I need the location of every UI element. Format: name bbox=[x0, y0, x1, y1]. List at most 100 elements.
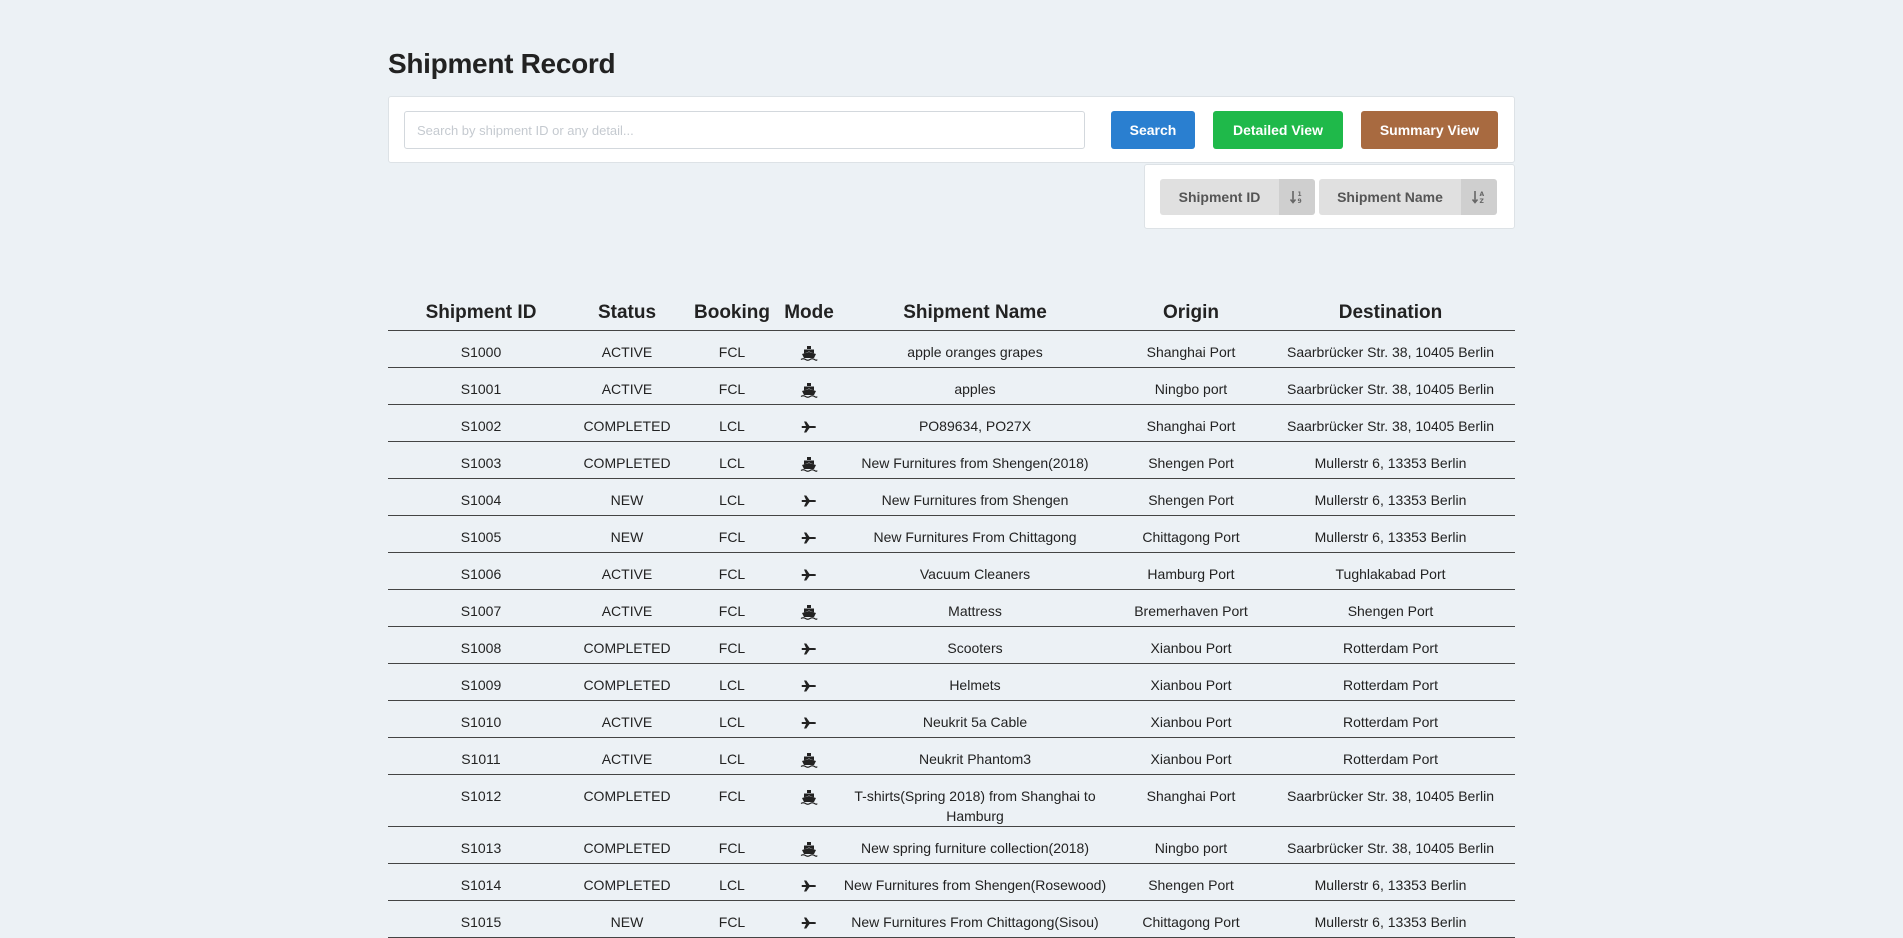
cell-booking: LCL bbox=[680, 700, 784, 738]
cell-status: ACTIVE bbox=[574, 589, 680, 627]
cell-name: New Furnitures from Shengen(2018) bbox=[834, 441, 1116, 479]
table-row[interactable]: S1001 ACTIVE FCL apples Ningbo port Saarbrück… bbox=[388, 367, 1515, 405]
cell-destination: Mullerstr 6, 13353 Berlin bbox=[1266, 863, 1515, 901]
table-row[interactable]: S1007 ACTIVE FCL Mattress Bremerhaven Port Sh… bbox=[388, 589, 1515, 627]
shipments-table-body: S1000 ACTIVE FCL apple oranges grapes Shangh… bbox=[388, 330, 1515, 938]
cell-booking: FCL bbox=[680, 367, 784, 405]
cell-id: S1009 bbox=[388, 663, 574, 701]
table-row[interactable]: S1005 NEW FCL New Furnitures From Chittagon… bbox=[388, 515, 1515, 553]
cell-status: COMPLETED bbox=[574, 826, 680, 864]
cell-destination: Rotterdam Port bbox=[1266, 700, 1515, 738]
cell-origin: Ningbo port bbox=[1116, 826, 1266, 864]
cell-status: NEW bbox=[574, 900, 680, 938]
cell-mode bbox=[784, 515, 834, 553]
table-row[interactable]: S1003 COMPLETED LCL New Furnitures from She… bbox=[388, 441, 1515, 479]
cell-booking: FCL bbox=[680, 900, 784, 938]
cell-booking: FCL bbox=[680, 330, 784, 368]
cell-mode bbox=[784, 367, 834, 405]
plane-icon bbox=[800, 714, 818, 730]
cell-name: apples bbox=[834, 367, 1116, 405]
table-row[interactable]: S1013 COMPLETED FCL New spring furniture co… bbox=[388, 826, 1515, 864]
cell-origin: Chittagong Port bbox=[1116, 900, 1266, 938]
cell-id: S1013 bbox=[388, 826, 574, 864]
cell-origin: Shengen Port bbox=[1116, 478, 1266, 516]
sort-by-shipment-id-button[interactable]: Shipment ID 1 9 bbox=[1160, 179, 1315, 215]
column-header-status[interactable]: Status bbox=[574, 296, 680, 331]
cell-booking: FCL bbox=[680, 589, 784, 627]
table-row[interactable]: S1015 NEW FCL New Furnitures From Chittagon… bbox=[388, 900, 1515, 938]
table-row[interactable]: S1002 COMPLETED LCL PO89634, PO27X Shanghai … bbox=[388, 404, 1515, 442]
cell-origin: Bremerhaven Port bbox=[1116, 589, 1266, 627]
ship-icon bbox=[800, 381, 818, 399]
cell-name: Neukrit Phantom3 bbox=[834, 737, 1116, 775]
cell-mode bbox=[784, 330, 834, 368]
search-button[interactable]: Search bbox=[1111, 111, 1195, 149]
cell-status: COMPLETED bbox=[574, 774, 680, 827]
cell-id: S1001 bbox=[388, 367, 574, 405]
plane-icon bbox=[800, 418, 818, 434]
svg-text:Z: Z bbox=[1480, 198, 1485, 204]
cell-id: S1002 bbox=[388, 404, 574, 442]
ship-icon bbox=[800, 455, 818, 473]
cell-booking: LCL bbox=[680, 404, 784, 442]
table-row[interactable]: S1008 COMPLETED FCL Scooters Xianbou Port Rot… bbox=[388, 626, 1515, 664]
cell-mode bbox=[784, 552, 834, 590]
table-row[interactable]: S1009 COMPLETED LCL Helmets Xianbou Port Rott… bbox=[388, 663, 1515, 701]
cell-mode bbox=[784, 700, 834, 738]
cell-origin: Shengen Port bbox=[1116, 441, 1266, 479]
cell-id: S1008 bbox=[388, 626, 574, 664]
table-row[interactable]: S1000 ACTIVE FCL apple oranges grapes Shangh… bbox=[388, 330, 1515, 368]
cell-destination: Mullerstr 6, 13353 Berlin bbox=[1266, 478, 1515, 516]
ship-icon bbox=[800, 603, 818, 621]
cell-origin: Xianbou Port bbox=[1116, 663, 1266, 701]
page-title: Shipment Record bbox=[388, 48, 616, 79]
cell-name: New Furnitures From Chittagong(Sisou) bbox=[834, 900, 1116, 938]
table-row[interactable]: S1010 ACTIVE LCL Neukrit 5a Cable Xianbou Po… bbox=[388, 700, 1515, 738]
table-row[interactable]: S1011 ACTIVE LCL Neukrit Phantom3 Xianbou Po… bbox=[388, 737, 1515, 775]
table-row[interactable]: S1014 COMPLETED LCL New Furnitures from She… bbox=[388, 863, 1515, 901]
svg-text:1: 1 bbox=[1298, 191, 1302, 198]
column-header-shipment-name[interactable]: Shipment Name bbox=[834, 296, 1116, 331]
cell-destination: Rotterdam Port bbox=[1266, 737, 1515, 775]
cell-mode bbox=[784, 663, 834, 701]
cell-id: S1010 bbox=[388, 700, 574, 738]
cell-name: New Furnitures from Shengen bbox=[834, 478, 1116, 516]
detailed-view-button[interactable]: Detailed View bbox=[1213, 111, 1343, 149]
cell-id: S1011 bbox=[388, 737, 574, 775]
cell-status: NEW bbox=[574, 478, 680, 516]
cell-booking: LCL bbox=[680, 737, 784, 775]
cell-status: ACTIVE bbox=[574, 737, 680, 775]
search-input[interactable] bbox=[404, 111, 1085, 149]
cell-booking: FCL bbox=[680, 626, 784, 664]
cell-destination: Mullerstr 6, 13353 Berlin bbox=[1266, 900, 1515, 938]
sort-by-shipment-name-label: Shipment Name bbox=[1319, 179, 1461, 215]
cell-id: S1012 bbox=[388, 774, 574, 827]
cell-status: ACTIVE bbox=[574, 330, 680, 368]
column-header-origin[interactable]: Origin bbox=[1116, 296, 1266, 331]
cell-name: PO89634, PO27X bbox=[834, 404, 1116, 442]
cell-name: Neukrit 5a Cable bbox=[834, 700, 1116, 738]
column-header-booking[interactable]: Booking bbox=[680, 296, 784, 331]
ship-icon bbox=[800, 751, 818, 769]
cell-mode bbox=[784, 863, 834, 901]
svg-text:9: 9 bbox=[1298, 198, 1302, 204]
cell-status: ACTIVE bbox=[574, 367, 680, 405]
plane-icon bbox=[800, 914, 818, 930]
cell-status: COMPLETED bbox=[574, 441, 680, 479]
table-row[interactable]: S1012 COMPLETED FCL T-shirts(Spring 2018) f… bbox=[388, 774, 1515, 827]
cell-destination: Mullerstr 6, 13353 Berlin bbox=[1266, 515, 1515, 553]
summary-view-button[interactable]: Summary View bbox=[1361, 111, 1498, 149]
column-header-shipment-id[interactable]: Shipment ID bbox=[388, 296, 574, 331]
column-header-mode[interactable]: Mode bbox=[784, 296, 834, 331]
cell-status: COMPLETED bbox=[574, 626, 680, 664]
cell-id: S1015 bbox=[388, 900, 574, 938]
column-header-destination[interactable]: Destination bbox=[1266, 296, 1515, 331]
sort-by-shipment-name-button[interactable]: Shipment Name A Z bbox=[1319, 179, 1497, 215]
table-row[interactable]: S1006 ACTIVE FCL Vacuum Cleaners Hamburg Por… bbox=[388, 552, 1515, 590]
cell-name: Helmets bbox=[834, 663, 1116, 701]
cell-mode bbox=[784, 826, 834, 864]
cell-origin: Hamburg Port bbox=[1116, 552, 1266, 590]
table-row[interactable]: S1004 NEW LCL New Furnitures from Shengen Sh… bbox=[388, 478, 1515, 516]
cell-name: Vacuum Cleaners bbox=[834, 552, 1116, 590]
cell-name: New Furnitures From Chittagong bbox=[834, 515, 1116, 553]
